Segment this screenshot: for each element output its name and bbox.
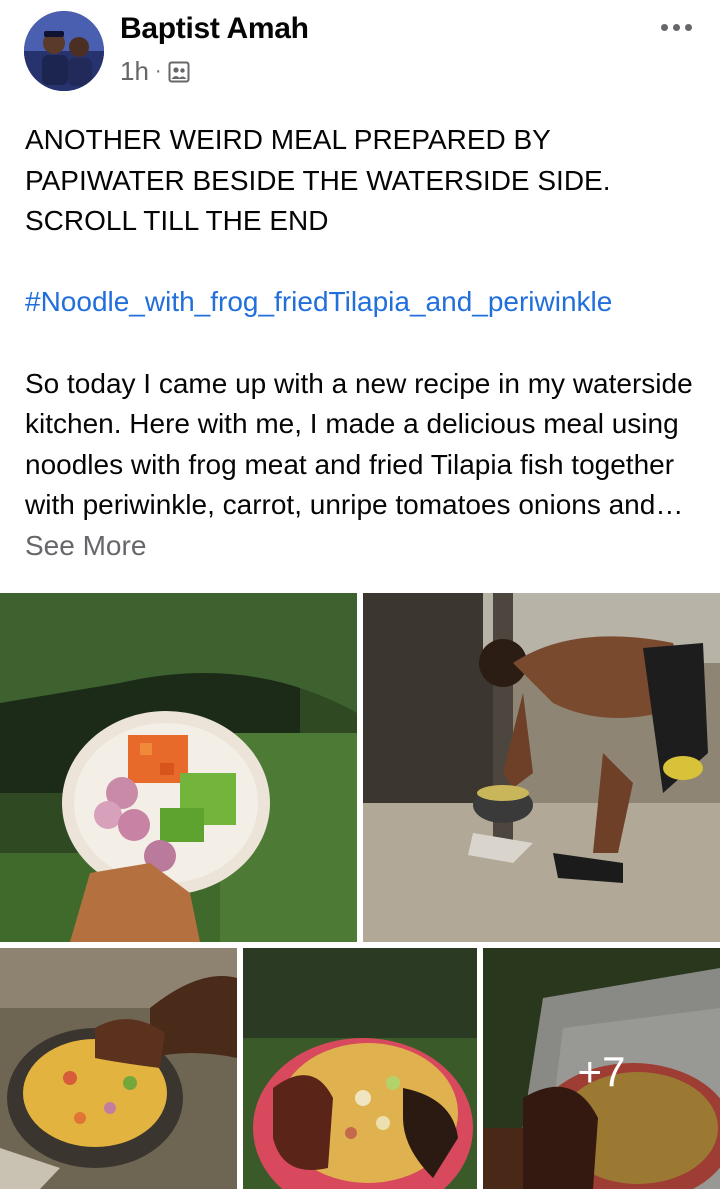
avatar[interactable] <box>24 11 104 91</box>
meta-separator: · <box>154 60 162 82</box>
post-time[interactable]: 1h <box>120 56 149 87</box>
more-options-button[interactable] <box>656 14 696 40</box>
photo-2[interactable] <box>363 593 720 942</box>
photo-1[interactable] <box>0 593 357 942</box>
photo-5[interactable]: +7 <box>483 948 720 1189</box>
see-more-link[interactable]: See More <box>25 530 146 561</box>
more-horizontal-icon <box>660 23 668 31</box>
photo-grid: +7 <box>0 593 720 1196</box>
post-description: So today I came up with a new recipe in … <box>25 364 705 567</box>
post-body: ANOTHER WEIRD MEAL PREPARED BY PAPIWATER… <box>25 120 705 567</box>
author-name[interactable]: Baptist Amah <box>120 12 309 46</box>
photo-3[interactable] <box>0 948 237 1189</box>
photo-4[interactable] <box>243 948 477 1189</box>
post-meta: 1h · <box>120 56 190 87</box>
more-photos-count: +7 <box>577 1048 626 1095</box>
post-headline: ANOTHER WEIRD MEAL PREPARED BY PAPIWATER… <box>25 124 611 237</box>
post-header: Baptist Amah 1h · <box>0 0 720 105</box>
group-icon <box>168 61 190 83</box>
ellipsis: … <box>655 489 684 521</box>
more-photos-overlay[interactable]: +7 <box>483 948 720 1189</box>
description-text: So today I came up with a new recipe in … <box>25 367 693 521</box>
hashtag-link[interactable]: #Noodle_with_frog_friedTilapia_and_periw… <box>25 282 705 323</box>
